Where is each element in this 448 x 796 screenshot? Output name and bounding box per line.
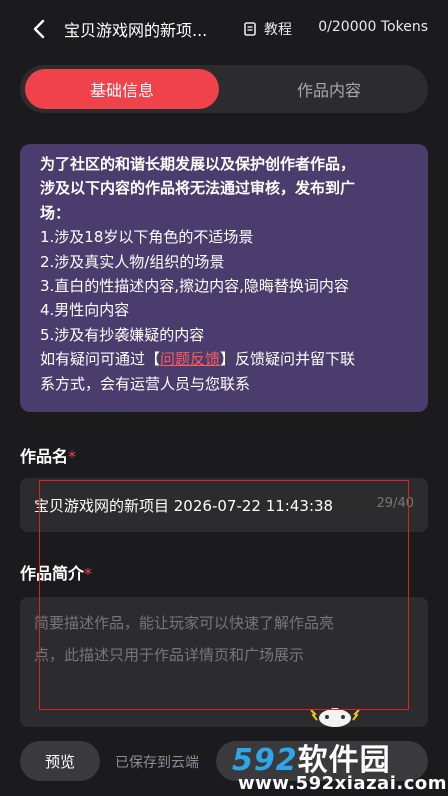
notice-footer-suffix: 】反馈疑问并留下联 bbox=[220, 350, 356, 369]
work-name-value: 宝贝游戏网的新项目 2026-07-22 11:43:38 bbox=[34, 496, 334, 515]
work-desc-textarea[interactable]: 简要描述作品，能让玩家可以快速了解作品亮 点，此描述只用于作品详情页和广场展示 bbox=[20, 597, 428, 727]
notice-item: 3.直白的性描述内容,擦边内容,隐晦替换词内容 bbox=[40, 277, 349, 296]
notice-item: 4.男性向内容 bbox=[40, 301, 130, 320]
notice-item: 5.涉及有抄袭嫌疑的内容 bbox=[40, 325, 205, 344]
tab-bar: 基础信息 作品内容 bbox=[20, 65, 428, 113]
work-name-counter: 29/40 bbox=[376, 496, 414, 511]
work-desc-label-text: 作品简介 bbox=[20, 564, 85, 583]
desc-placeholder-line: 简要描述作品，能让玩家可以快速了解作品亮 bbox=[34, 614, 335, 632]
gamepad-mascot-icon bbox=[310, 708, 360, 727]
required-mark: * bbox=[84, 564, 93, 583]
tab-basic-info[interactable]: 基础信息 bbox=[25, 69, 219, 109]
top-bar: 宝贝游戏网的新项... 教程 0/20000 Tokens bbox=[0, 0, 448, 58]
work-name-label: 作品名* bbox=[20, 443, 76, 467]
tutorial-label: 教程 bbox=[264, 22, 292, 38]
notice-footer-prefix: 如有疑问可通过【 bbox=[40, 350, 161, 369]
token-counter: 0/20000 Tokens bbox=[318, 19, 428, 35]
notice-footer-line2: 系方式，会有运营人员与您联系 bbox=[40, 374, 251, 393]
desc-placeholder-line: 点，此描述只用于作品详情页和广场展示 bbox=[34, 646, 305, 664]
notice-heading-line: 场： bbox=[40, 203, 71, 222]
next-button[interactable] bbox=[216, 741, 428, 781]
tutorial-button[interactable]: 教程 bbox=[244, 19, 292, 39]
work-name-input[interactable]: 宝贝游戏网的新项目 2026-07-22 11:43:38 29/40 bbox=[20, 478, 428, 532]
review-notice: 为了社区的和谐长期发展以及保护创作者作品， 涉及以下内容的作品将无法通过审核，发… bbox=[20, 144, 428, 412]
tab-work-content[interactable]: 作品内容 bbox=[234, 69, 424, 109]
notice-footer: 如有疑问可通过【问题反馈】反馈疑问并留下联 bbox=[40, 347, 412, 371]
bottom-bar: 预览 已保存到云端 bbox=[0, 727, 448, 796]
feedback-link[interactable]: 问题反馈 bbox=[160, 350, 220, 368]
back-icon[interactable] bbox=[28, 18, 50, 40]
notice-heading-line: 涉及以下内容的作品将无法通过审核，发布到广 bbox=[40, 179, 356, 198]
save-status: 已保存到云端 bbox=[115, 755, 199, 771]
notice-item: 2.涉及真实人物/组织的场景 bbox=[40, 252, 225, 271]
work-name-label-text: 作品名 bbox=[20, 447, 69, 466]
book-icon bbox=[244, 22, 256, 36]
preview-button[interactable]: 预览 bbox=[20, 741, 100, 781]
page-title: 宝贝游戏网的新项... bbox=[64, 21, 208, 40]
work-desc-label: 作品简介* bbox=[20, 560, 92, 584]
notice-heading-line: 为了社区的和谐长期发展以及保护创作者作品， bbox=[40, 155, 356, 173]
required-mark: * bbox=[68, 447, 77, 466]
notice-item: 1.涉及18岁以下角色的不适场景 bbox=[40, 228, 254, 247]
